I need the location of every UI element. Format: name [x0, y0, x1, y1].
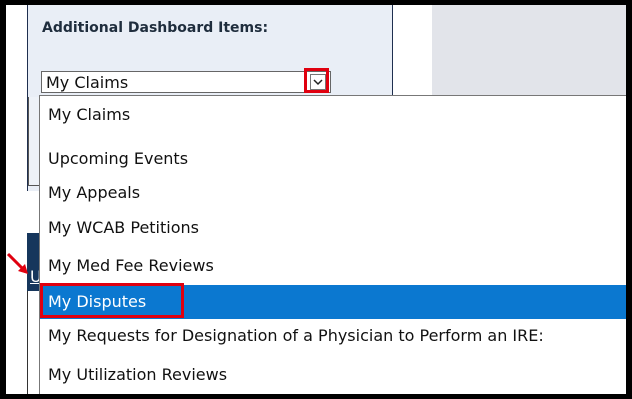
annotation-highlight-arrow-box [304, 68, 329, 93]
option-my-requests-designation[interactable]: My Requests for Designation of a Physici… [40, 319, 626, 353]
panel-title: Additional Dashboard Items: [42, 20, 269, 36]
annotation-highlight-option-box [40, 283, 184, 318]
option-my-utilization-reviews[interactable]: My Utilization Reviews [40, 358, 626, 392]
option-my-appeals[interactable]: My Appeals [40, 176, 626, 210]
option-upcoming-events[interactable]: Upcoming Events [40, 142, 626, 176]
option-my-med-fee-reviews[interactable]: My Med Fee Reviews [40, 249, 626, 283]
screenshot-frame: Additional Dashboard Items: Us My Claims… [6, 5, 626, 394]
red-arrow-icon [6, 252, 28, 274]
dashboard-items-select[interactable]: My Claims [41, 71, 331, 93]
option-my-claims[interactable]: My Claims [40, 98, 626, 132]
select-value: My Claims [46, 73, 129, 92]
option-my-wcab-petitions[interactable]: My WCAB Petitions [40, 211, 626, 245]
dropdown-options-list: My Claims Upcoming Events My Appeals My … [39, 95, 626, 394]
